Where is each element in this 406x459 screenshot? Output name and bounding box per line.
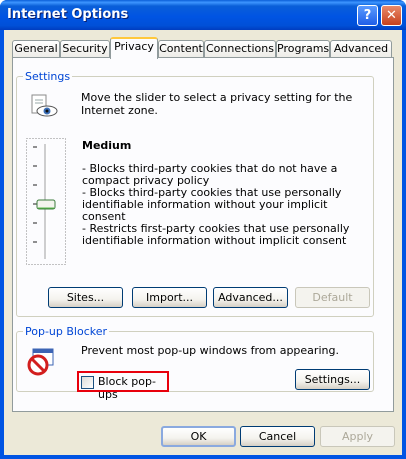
tab-programs[interactable]: Programs bbox=[276, 40, 330, 58]
tab-privacy[interactable]: Privacy bbox=[110, 37, 158, 59]
tab-content[interactable]: Content bbox=[158, 40, 204, 58]
tab-security[interactable]: Security bbox=[60, 40, 110, 58]
block-popups-checkbox[interactable] bbox=[81, 376, 94, 389]
apply-button[interactable]: Apply bbox=[320, 426, 395, 447]
tab-general[interactable]: General bbox=[12, 40, 60, 58]
import-button[interactable]: Import... bbox=[132, 287, 207, 308]
dialog-body: General Security Privacy Content Connect… bbox=[4, 30, 402, 455]
sites-button[interactable]: Sites... bbox=[48, 287, 123, 308]
popup-blocker-icon bbox=[27, 348, 54, 376]
privacy-level-slider[interactable] bbox=[26, 138, 66, 265]
window-title: Internet Options bbox=[7, 7, 129, 22]
title-bar[interactable]: Internet Options ? ✕ bbox=[0, 0, 406, 30]
tab-advanced[interactable]: Advanced bbox=[330, 40, 392, 58]
help-button[interactable]: ? bbox=[357, 5, 378, 26]
privacy-level-description: - Blocks third-party cookies that do not… bbox=[82, 162, 350, 247]
popup-blocker-group: Pop-up Blocker Prevent most pop-up windo… bbox=[16, 325, 374, 401]
settings-group-label: Settings bbox=[23, 70, 73, 83]
privacy-eye-icon bbox=[31, 94, 58, 117]
ok-button[interactable]: OK bbox=[161, 426, 236, 447]
tab-connections[interactable]: Connections bbox=[204, 40, 276, 58]
popup-settings-button[interactable]: Settings... bbox=[295, 369, 370, 390]
settings-intro-text: Move the slider to select a privacy sett… bbox=[81, 91, 353, 117]
cancel-button[interactable]: Cancel bbox=[240, 426, 315, 447]
tab-strip: General Security Privacy Content Connect… bbox=[12, 37, 394, 59]
popup-blocker-text: Prevent most pop-up windows from appeari… bbox=[81, 344, 339, 357]
block-popups-label[interactable]: Block pop-ups bbox=[98, 375, 167, 401]
privacy-level-title: Medium bbox=[82, 139, 132, 152]
close-button[interactable]: ✕ bbox=[381, 5, 402, 26]
advanced-button[interactable]: Advanced... bbox=[213, 287, 288, 308]
settings-group: Settings Move the slider to select a pri… bbox=[16, 70, 374, 317]
block-popups-checkbox-highlight[interactable]: Block pop-ups bbox=[77, 371, 169, 401]
default-button[interactable]: Default bbox=[295, 287, 370, 308]
internet-options-window: Internet Options ? ✕ General Security Pr… bbox=[0, 0, 406, 459]
popup-blocker-group-label: Pop-up Blocker bbox=[23, 325, 110, 338]
